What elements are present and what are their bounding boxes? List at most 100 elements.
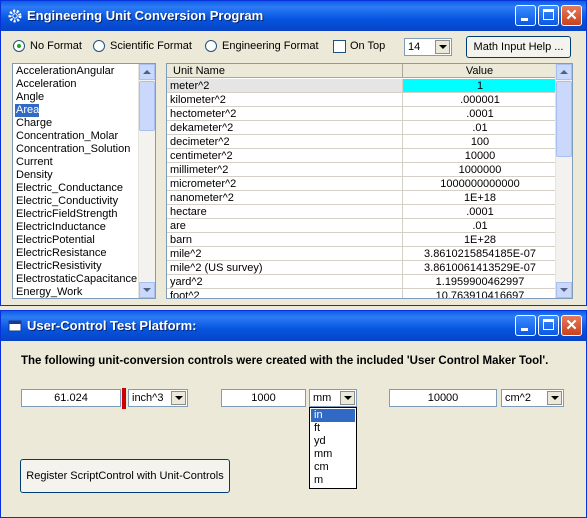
on-top-label[interactable]: On Top [350, 40, 385, 52]
control1-value-input[interactable]: 61.024 [21, 389, 121, 407]
unit-value-cell[interactable]: 1000000000000 [403, 177, 557, 191]
test-platform-title-bar[interactable]: User-Control Test Platform: ✕ [1, 311, 586, 341]
grid-scroll-thumb[interactable] [556, 81, 572, 157]
category-item[interactable]: AccelerationAngular [15, 65, 114, 78]
unit-name-cell[interactable]: micrometer^2 [167, 177, 403, 191]
scroll-up-button[interactable] [139, 64, 155, 80]
engineering-format-radio[interactable] [205, 40, 217, 52]
category-item[interactable]: ElectricFieldStrength [15, 208, 118, 221]
maximize-button-2[interactable] [538, 315, 559, 336]
register-scriptcontrol-button[interactable]: Register ScriptControl with Unit-Control… [20, 459, 230, 493]
unit-name-cell[interactable]: barn [167, 233, 403, 247]
category-item[interactable]: Acceleration [15, 78, 77, 91]
category-item[interactable]: Density [15, 169, 53, 182]
unit-value-cell[interactable]: 10.763910416697 [403, 289, 557, 298]
unit-grid[interactable]: Unit Name Value meter^2 1 kilometer^2.0000… [166, 63, 573, 299]
category-item[interactable]: Electric_Conductivity [15, 195, 118, 208]
unit-name-cell[interactable]: dekameter^2 [167, 121, 403, 135]
chevron-down-icon[interactable] [171, 391, 186, 405]
control1-unit-select[interactable]: inch^3 [128, 389, 188, 407]
category-item[interactable]: Charge [15, 117, 52, 130]
control2-unit-select[interactable]: mm [309, 389, 357, 407]
unit-option[interactable]: m [311, 474, 355, 487]
close-button-2[interactable]: ✕ [561, 315, 582, 336]
category-item[interactable]: Current [15, 156, 53, 169]
control2-value-input[interactable]: 1000 [221, 389, 306, 407]
unit-name-cell[interactable]: yard^2 [167, 275, 403, 289]
unit-value-cell[interactable]: .0001 [403, 205, 557, 219]
unit-name-cell[interactable]: meter^2 [167, 79, 403, 93]
control2-unit-dropdown[interactable]: in ft yd mm cm m [309, 407, 357, 489]
category-item[interactable]: Concentration_Molar [15, 130, 118, 143]
category-item[interactable]: Angle [15, 91, 44, 104]
category-item[interactable]: ElectricResistance [15, 247, 106, 260]
chevron-down-icon[interactable] [340, 391, 355, 405]
unit-name-cell[interactable]: decimeter^2 [167, 135, 403, 149]
unit-name-cell[interactable]: hectare [167, 205, 403, 219]
unit-value-cell[interactable]: .000001 [403, 93, 557, 107]
unit-name-cell[interactable]: mile^2 (US survey) [167, 261, 403, 275]
no-format-label[interactable]: No Format [30, 40, 82, 52]
chevron-down-icon[interactable] [547, 391, 562, 405]
precision-select[interactable]: 14 [404, 38, 452, 56]
category-item[interactable]: Concentration_Solution [15, 143, 130, 156]
unit-value-cell[interactable]: 1 [403, 79, 557, 93]
scientific-format-label[interactable]: Scientific Format [110, 40, 192, 52]
category-item[interactable]: Electric_Conductance [15, 182, 123, 195]
math-input-help-button[interactable]: Math Input Help ... [466, 36, 571, 58]
unit-name-cell[interactable]: mile^2 [167, 247, 403, 261]
category-item[interactable]: ElectrostaticCapacitance [15, 273, 137, 286]
unit-option[interactable]: ft [311, 422, 355, 435]
minimize-button-2[interactable] [515, 315, 536, 336]
unit-value-cell[interactable]: 100 [403, 135, 557, 149]
unit-name-cell[interactable]: foot^2 [167, 289, 403, 298]
unit-value-cell[interactable]: .01 [403, 219, 557, 233]
engineering-format-label[interactable]: Engineering Format [222, 40, 319, 52]
control3-value-input[interactable]: 10000 [389, 389, 497, 407]
unit-option[interactable]: cm [311, 461, 355, 474]
unit-name-cell[interactable]: kilometer^2 [167, 93, 403, 107]
category-scrollbar[interactable] [138, 64, 155, 298]
value-header[interactable]: Value [403, 64, 557, 78]
unit-value-cell[interactable]: 1E+28 [403, 233, 557, 247]
scroll-down-button[interactable] [139, 282, 155, 298]
control3-unit-select[interactable]: cm^2 [501, 389, 564, 407]
no-format-radio[interactable] [13, 40, 25, 52]
unit-name-cell[interactable]: are [167, 219, 403, 233]
category-item[interactable]: ElectricInductance [15, 221, 106, 234]
unit-value-cell[interactable]: 10000 [403, 149, 557, 163]
main-title-bar[interactable]: Engineering Unit Conversion Program ✕ [1, 1, 586, 31]
unit-value-cell[interactable]: 3.8610215854185E-07 [403, 247, 557, 261]
category-item[interactable]: ElectricResistivity [15, 260, 102, 273]
category-item[interactable]: Energy_Work [15, 286, 82, 298]
on-top-checkbox[interactable] [333, 40, 346, 53]
unit-name-cell[interactable]: millimeter^2 [167, 163, 403, 177]
unit-name-cell[interactable]: nanometer^2 [167, 191, 403, 205]
unit-option[interactable]: in [311, 409, 355, 422]
category-item[interactable]: ElectricPotential [15, 234, 95, 247]
scientific-format-radio[interactable] [93, 40, 105, 52]
chevron-down-icon[interactable] [435, 40, 450, 54]
category-list[interactable]: AccelerationAngular Acceleration Angle Area… [12, 63, 156, 299]
unit-option[interactable]: yd [311, 435, 355, 448]
unit-name-header[interactable]: Unit Name [167, 64, 403, 78]
maximize-button[interactable] [538, 5, 559, 26]
grid-scroll-down-button[interactable] [556, 282, 572, 298]
grid-scroll-up-button[interactable] [556, 64, 572, 80]
close-button[interactable]: ✕ [561, 5, 582, 26]
scroll-thumb[interactable] [139, 81, 155, 131]
unit-value-cell[interactable]: 1000000 [403, 163, 557, 177]
unit-option[interactable]: mm [311, 448, 355, 461]
math-input-help-label: Math Input Help ... [473, 41, 564, 53]
grid-scrollbar[interactable] [555, 64, 572, 298]
category-item[interactable]: Area [15, 104, 40, 117]
unit-name-cell[interactable]: centimeter^2 [167, 149, 403, 163]
unit-value-cell[interactable]: .0001 [403, 107, 557, 121]
minimize-button[interactable] [515, 5, 536, 26]
unit-name-cell[interactable]: hectometer^2 [167, 107, 403, 121]
unit-value-cell[interactable]: 3.8610061413529E-07 [403, 261, 557, 275]
unit-value-cell[interactable]: .01 [403, 121, 557, 135]
unit-value-cell[interactable]: 1.1959900462997 [403, 275, 557, 289]
main-window-title: Engineering Unit Conversion Program [27, 8, 264, 23]
unit-value-cell[interactable]: 1E+18 [403, 191, 557, 205]
